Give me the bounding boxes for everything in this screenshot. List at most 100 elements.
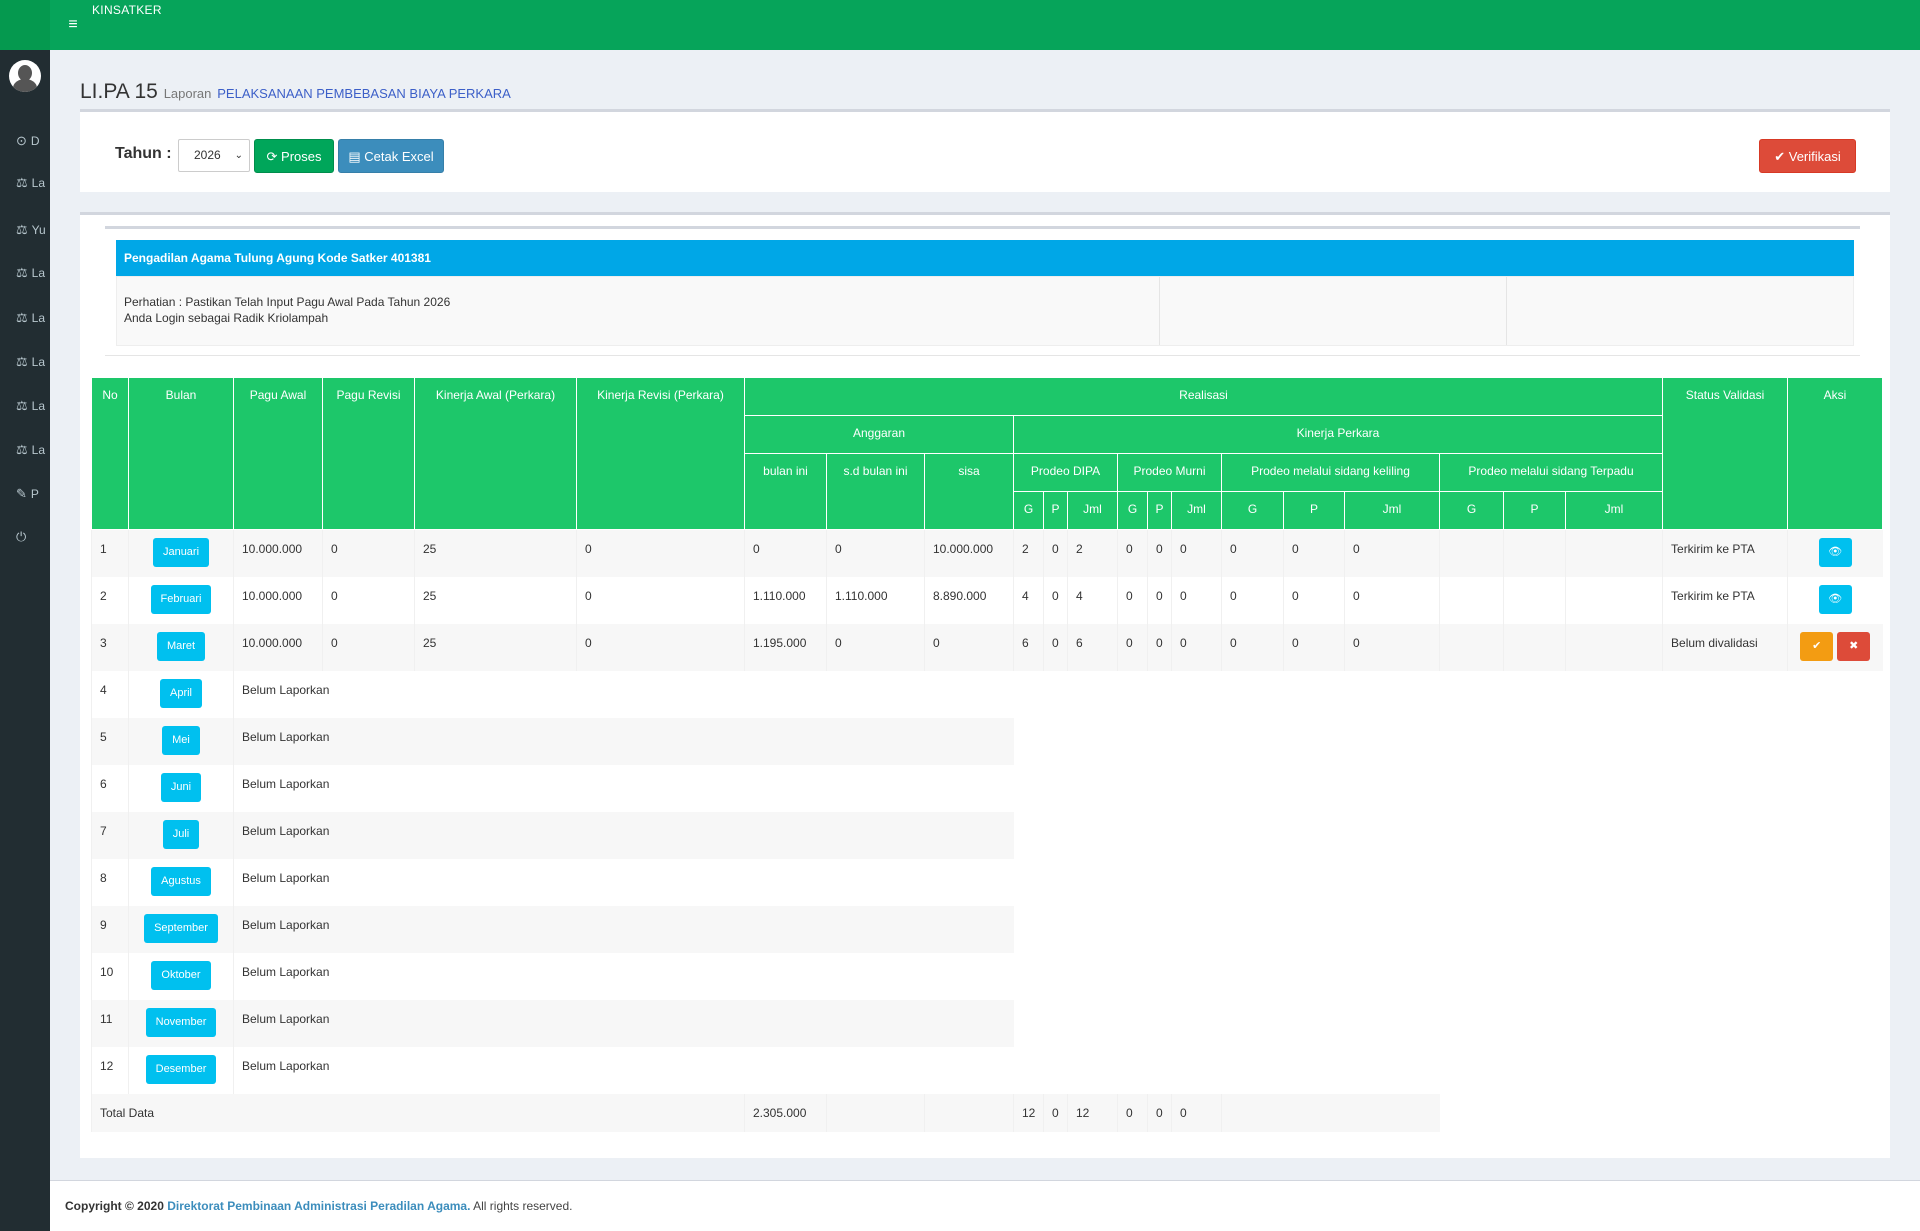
unreported-text: Belum Laporkan — [233, 858, 1014, 906]
unreported-text: Belum Laporkan — [233, 952, 1014, 1000]
sidebar-item-1[interactable]: ⚖ La — [0, 165, 50, 201]
report-table: No Bulan Pagu Awal Pagu Revisi Kinerja A… — [91, 377, 1884, 1132]
sidebar-item-7[interactable]: ⚖ La — [0, 432, 50, 468]
cell-terpadu-p — [1503, 576, 1566, 624]
sidebar-item-4[interactable]: ⚖ La — [0, 300, 50, 336]
table-row: 10 Oktober Belum Laporkan — [91, 952, 1883, 1000]
footer: Copyright © 2020 Direktorat Pembinaan Ad… — [50, 1180, 1920, 1231]
proses-button[interactable]: ⟳ Proses — [254, 139, 334, 173]
unreported-text: Belum Laporkan — [233, 717, 1014, 765]
cell-kel_p: 0 — [1283, 576, 1345, 624]
sidebar-item-label: La — [31, 266, 46, 280]
balance-icon: ⚖ — [16, 398, 28, 413]
top-navbar — [0, 0, 1920, 50]
th-terpadu-p: P — [1503, 491, 1566, 530]
page-subtitle: Laporan — [163, 86, 212, 101]
th-dipa-p: P — [1043, 491, 1068, 530]
user-avatar[interactable] — [9, 60, 41, 92]
balance-icon: ⚖ — [16, 354, 28, 369]
total-sd — [826, 1093, 925, 1132]
cell-kinerja_awal: 25 — [414, 529, 577, 577]
month-button[interactable]: Januari — [152, 538, 210, 567]
sidebar-item-9[interactable]: ⏻ — [0, 519, 50, 555]
cell-terpadu-jml — [1564, 623, 1663, 671]
row-no: 11 — [91, 999, 129, 1047]
table-row: 8 Agustus Belum Laporkan — [91, 858, 1883, 906]
view-button[interactable]: 👁 — [1818, 538, 1852, 567]
cell-dipa_g: 4 — [1013, 576, 1044, 624]
month-button[interactable]: September — [144, 913, 218, 943]
blank-cell — [1013, 717, 1883, 765]
sidebar-item-3[interactable]: ⚖ La — [0, 255, 50, 291]
total-empty — [1221, 1093, 1440, 1132]
view-button[interactable]: 👁 — [1818, 584, 1852, 614]
cell-kel_p: 0 — [1283, 529, 1345, 577]
cell-kel_p: 0 — [1283, 623, 1345, 671]
cell-kel_jml: 0 — [1344, 576, 1440, 624]
action-cell: ✔ ✖ — [1787, 623, 1883, 671]
month-button[interactable]: April — [159, 678, 202, 708]
th-murni-g: G — [1117, 491, 1148, 530]
row-no: 2 — [91, 576, 129, 624]
month-button[interactable]: Mei — [162, 725, 200, 755]
sidebar-item-label: La — [31, 311, 46, 325]
cell-kel_jml: 0 — [1344, 529, 1440, 577]
cell-murni_jml: 0 — [1171, 623, 1222, 671]
cell-terpadu-g — [1439, 529, 1504, 577]
cell-dipa_p: 0 — [1043, 623, 1068, 671]
th-prodeo-terpadu: Prodeo melalui sidang Terpadu — [1438, 453, 1664, 492]
action-cell: 👁 — [1787, 576, 1883, 624]
cell-dipa_jml: 6 — [1067, 623, 1118, 671]
month-cell: Juni — [128, 764, 234, 812]
verifikasi-button[interactable]: ✔ Verifikasi — [1759, 139, 1856, 173]
sidebar-item-5[interactable]: ⚖ La — [0, 344, 50, 380]
month-button[interactable]: November — [145, 1007, 217, 1037]
blank-cell — [1013, 952, 1883, 1000]
footer-link[interactable]: Direktorat Pembinaan Administrasi Peradi… — [167, 1199, 470, 1213]
table-row: 12 Desember Belum Laporkan — [91, 1046, 1883, 1094]
month-button[interactable]: Agustus — [151, 866, 211, 896]
th-murni-p: P — [1147, 491, 1172, 530]
month-cell: November — [128, 999, 234, 1047]
table-row: 1 Januari 10.000.000 0 25 0 0 0 10.000.000 2 0 2 0 0 0… — [91, 529, 1883, 577]
month-button[interactable]: Februari — [150, 584, 212, 614]
reject-button[interactable]: ✖ — [1837, 631, 1871, 661]
th-murni-jml: Jml — [1171, 491, 1222, 530]
sidebar-item-0[interactable]: ⊙ D — [0, 123, 50, 159]
dashboard-icon: ⊙ — [16, 133, 27, 148]
month-button[interactable]: Maret — [156, 631, 206, 661]
month-button[interactable]: Juli — [162, 819, 200, 849]
unreported-text: Belum Laporkan — [233, 905, 1014, 953]
cell-kinerja_revisi: 0 — [576, 623, 745, 671]
th-sd-bulan-ini: s.d bulan ini — [826, 453, 925, 530]
th-no: No — [91, 377, 129, 530]
month-button[interactable]: Oktober — [151, 960, 211, 990]
month-button[interactable]: Juni — [160, 772, 202, 802]
th-keliling-jml: Jml — [1344, 491, 1440, 530]
sidebar-item-2[interactable]: ⚖ Yu — [0, 212, 50, 248]
approve-button[interactable]: ✔ — [1800, 631, 1834, 661]
unreported-text: Belum Laporkan — [233, 1046, 1014, 1094]
month-cell: Agustus — [128, 858, 234, 906]
th-prodeo-dipa: Prodeo DIPA — [1013, 453, 1118, 492]
month-button[interactable]: Desember — [145, 1054, 217, 1084]
th-terpadu-g: G — [1439, 491, 1504, 530]
row-no: 9 — [91, 905, 129, 953]
hamburger-menu-icon[interactable]: ≡ — [62, 14, 84, 36]
status-cell: Belum divalidasi — [1662, 623, 1788, 671]
unreported-text: Belum Laporkan — [233, 811, 1014, 859]
tahun-select[interactable]: 2026 ⌄ — [178, 139, 250, 172]
table-row: 9 September Belum Laporkan — [91, 905, 1883, 953]
cell-murni_g: 0 — [1117, 576, 1148, 624]
cell-sisa: 10.000.000 — [924, 529, 1014, 577]
th-kinerja-revisi: Kinerja Revisi (Perkara) — [576, 377, 745, 530]
sidebar-item-6[interactable]: ⚖ La — [0, 388, 50, 424]
th-pagu-awal: Pagu Awal — [233, 377, 323, 530]
cell-terpadu-jml — [1564, 576, 1663, 624]
cetak-excel-button[interactable]: ▤ Cetak Excel — [338, 139, 444, 173]
page-subtitle-link: PELAKSANAAN PEMBEBASAN BIAYA PERKARA — [217, 86, 511, 101]
cell-sd_bulan_ini: 0 — [826, 623, 925, 671]
logo-area — [0, 0, 50, 50]
page-code: LI.PA 15 — [80, 80, 158, 103]
sidebar-item-8[interactable]: ✎ P — [0, 476, 50, 512]
